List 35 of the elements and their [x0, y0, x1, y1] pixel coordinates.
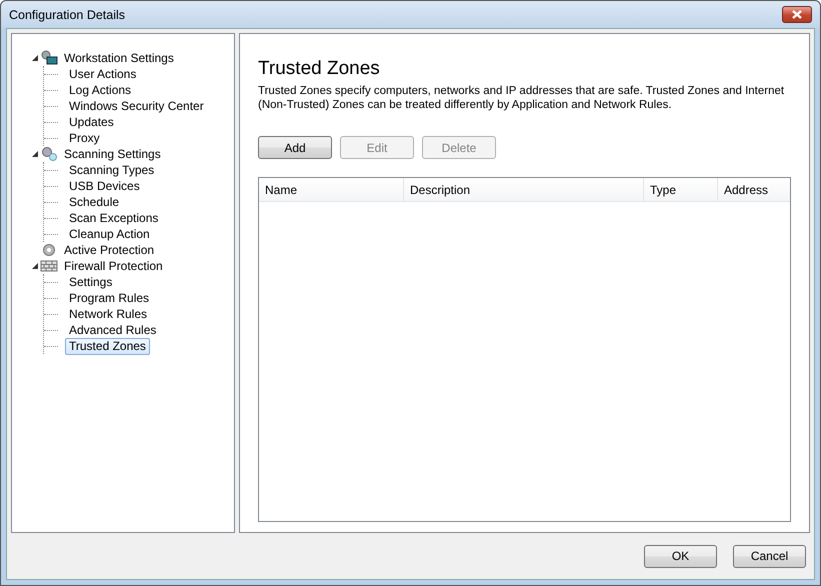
- tree-item[interactable]: Firewall Protection: [60, 258, 167, 274]
- tree-item[interactable]: Schedule: [65, 194, 124, 210]
- tree-item[interactable]: Scanning Types: [65, 162, 158, 178]
- page-title: Trusted Zones: [258, 58, 381, 80]
- tree-item[interactable]: Scanning Settings: [60, 146, 165, 162]
- page-description: Trusted Zones specify computers, networks and IP addresses that are safe. Trusted Zones and Internet (Non-Trusted) Zones can be treated differently by Application and Network Rules.: [258, 84, 786, 112]
- close-icon: [792, 10, 802, 19]
- expanded-arrow-icon[interactable]: [32, 263, 38, 269]
- tree-item[interactable]: User Actions: [65, 66, 140, 82]
- dialog-button[interactable]: OK: [644, 544, 717, 568]
- tree-item[interactable]: Trusted Zones: [65, 338, 150, 354]
- tree-item[interactable]: Proxy: [65, 130, 104, 146]
- tree-item[interactable]: Windows Security Center: [65, 98, 208, 114]
- column-header[interactable]: Name: [259, 178, 404, 201]
- action-button[interactable]: Add: [258, 136, 332, 159]
- tree-item[interactable]: USB Devices: [65, 178, 144, 194]
- expanded-arrow-icon[interactable]: [32, 151, 38, 157]
- column-header[interactable]: Description: [404, 178, 644, 201]
- column-header[interactable]: Address: [718, 178, 790, 201]
- close-button[interactable]: [782, 6, 812, 23]
- column-header[interactable]: Type: [644, 178, 718, 201]
- dialog-button[interactable]: Cancel: [733, 544, 806, 568]
- tree-item[interactable]: Advanced Rules: [65, 322, 160, 338]
- tree-item[interactable]: Workstation Settings: [60, 50, 178, 66]
- tree-item[interactable]: Active Protection: [60, 242, 158, 258]
- window-title: Configuration Details: [9, 8, 126, 22]
- tree-item[interactable]: Network Rules: [65, 306, 152, 322]
- tree-item[interactable]: Program Rules: [65, 290, 154, 306]
- tree-item[interactable]: Log Actions: [65, 82, 136, 98]
- tree-item[interactable]: Updates: [65, 114, 118, 130]
- tree-item[interactable]: Settings: [65, 274, 116, 290]
- tree-item[interactable]: Cleanup Action: [65, 226, 154, 242]
- brick-wall-icon: [40, 258, 58, 274]
- tree-item[interactable]: Scan Exceptions: [65, 210, 162, 226]
- expanded-arrow-icon[interactable]: [32, 55, 38, 61]
